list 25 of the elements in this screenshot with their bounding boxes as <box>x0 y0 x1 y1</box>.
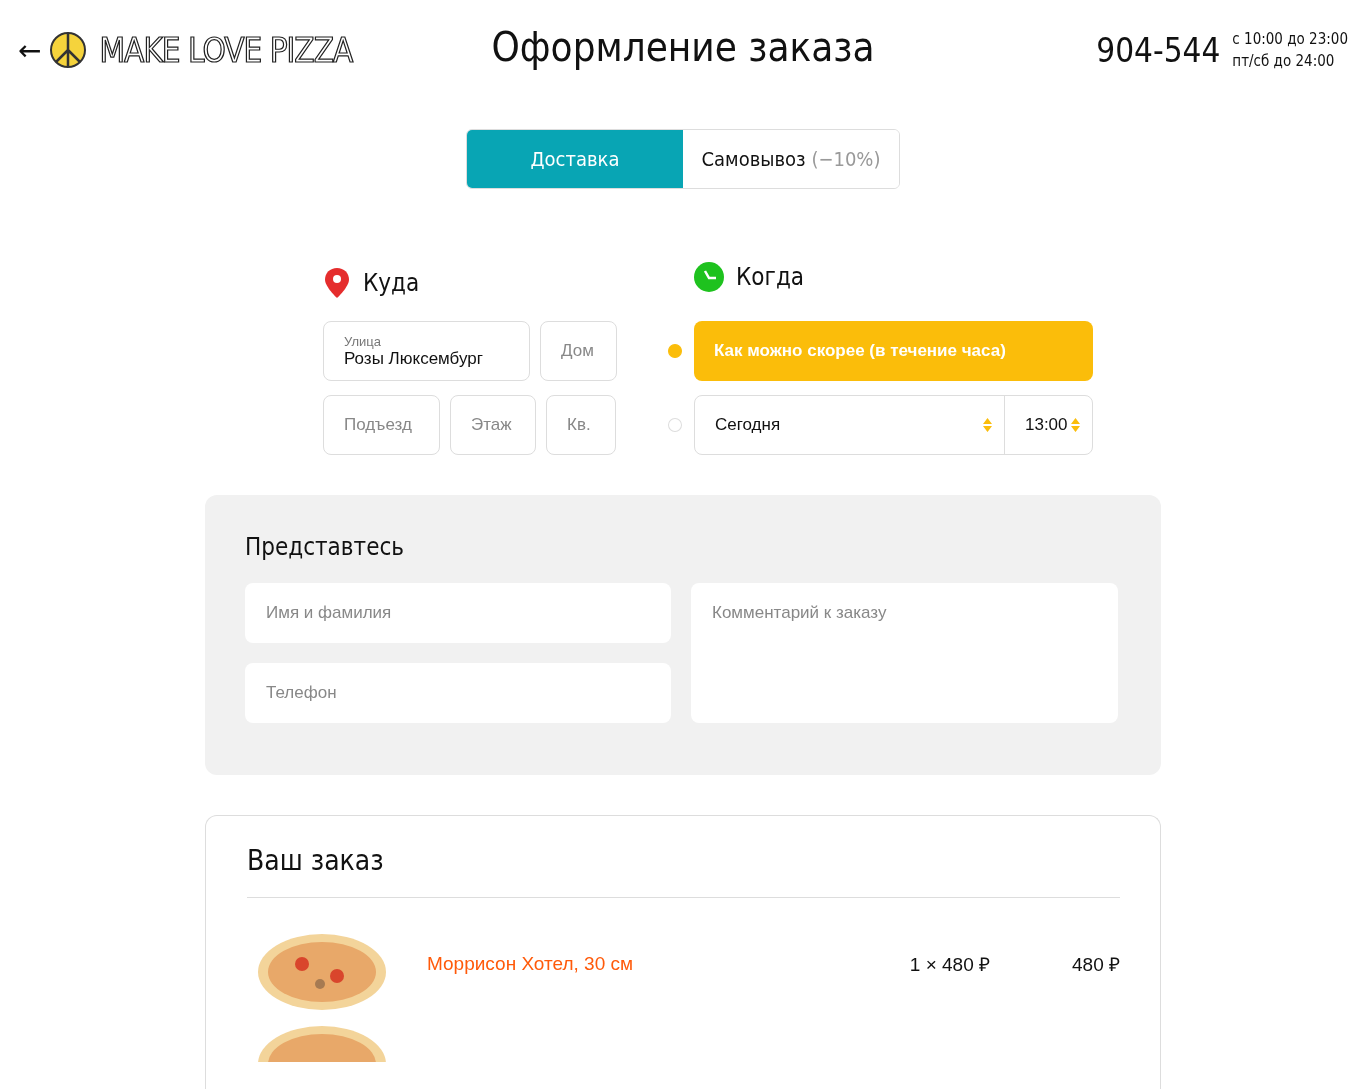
location-pin-icon <box>323 267 351 299</box>
street-field[interactable]: Улица Розы Люксембург <box>323 321 530 381</box>
comment-field[interactable]: Комментарий к заказу <box>691 583 1118 723</box>
section-title: Ваш заказ <box>247 844 1120 898</box>
line-total: 480 ₽ <box>1071 953 1120 977</box>
flat-field[interactable]: Кв. <box>546 395 616 455</box>
radio-button[interactable] <box>668 418 682 432</box>
quantity-price: 1 × 480 ₽ <box>909 953 990 977</box>
phone-field[interactable]: Телефон <box>245 663 671 723</box>
opening-hours: с 10:00 до 23:00 <box>1232 29 1348 50</box>
logo-text[interactable]: MAKE LOVE PIZZA <box>99 30 353 70</box>
floor-field[interactable]: Этаж <box>450 395 536 455</box>
section-title: Представтесь <box>245 533 406 561</box>
phone-number: 904-544 <box>1096 30 1221 70</box>
name-field[interactable]: Имя и фамилия <box>245 583 671 643</box>
radio-button[interactable] <box>668 344 682 358</box>
back-button[interactable]: ← <box>18 33 42 67</box>
entrance-field[interactable]: Подъезд <box>323 395 440 455</box>
opening-hours: пт/сб до 24:00 <box>1232 51 1336 72</box>
peace-sign-icon <box>49 31 88 69</box>
house-field[interactable]: Дом <box>540 321 617 381</box>
section-title: Когда <box>736 263 805 291</box>
section-title: Куда <box>363 269 420 297</box>
page-title: Оформление заказа <box>491 24 875 70</box>
clock-icon <box>694 262 724 292</box>
